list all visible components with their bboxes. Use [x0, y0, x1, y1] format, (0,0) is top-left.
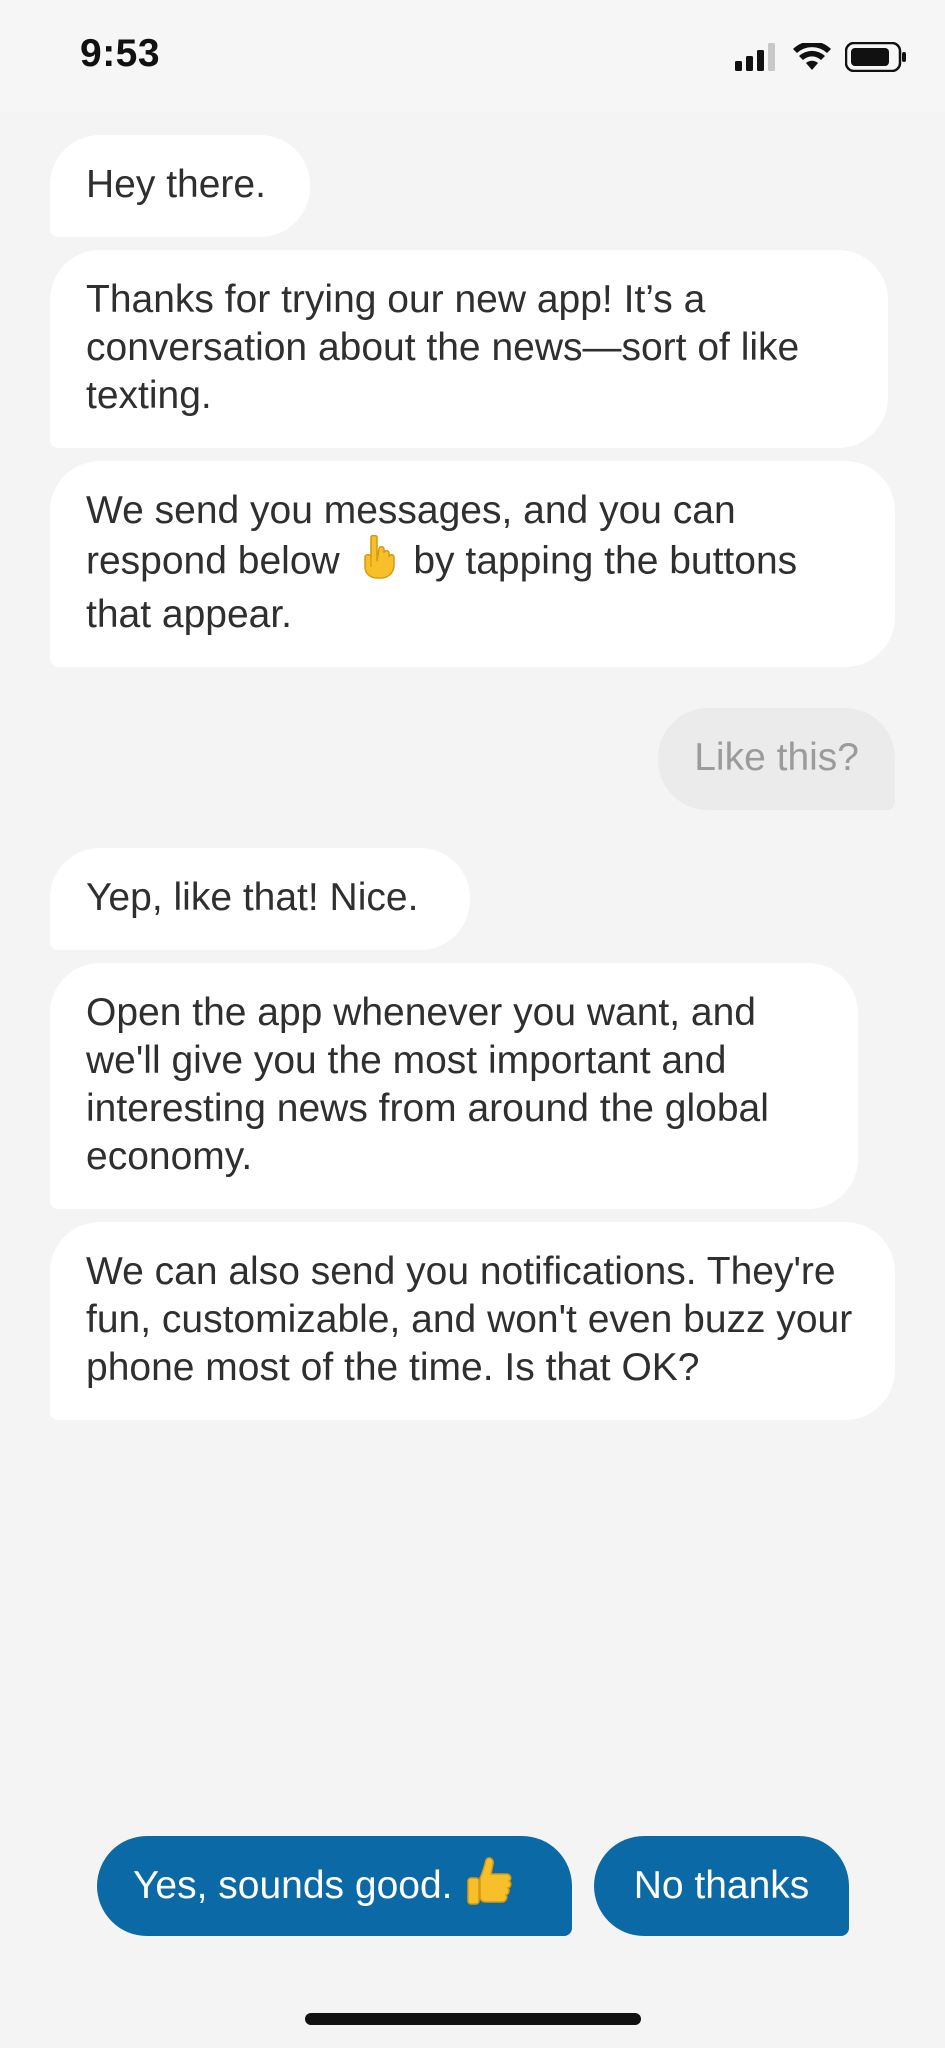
- reply-actions: Yes, sounds good. No thanks: [97, 1836, 849, 1936]
- no-label: No thanks: [633, 1864, 810, 1907]
- message-text: Thanks for trying our new app! It’s a co…: [86, 278, 800, 417]
- wifi-icon: [793, 41, 831, 76]
- home-indicator[interactable]: [305, 2013, 641, 2025]
- message-text: Hey there.: [86, 163, 266, 206]
- bot-message: Open the app whenever you want, and we'l…: [50, 963, 858, 1209]
- cellular-signal-icon: [735, 43, 779, 76]
- status-bar: 9:53: [0, 0, 945, 112]
- message-text: Yep, like that! Nice.: [86, 876, 419, 919]
- user-message: Like this?: [658, 708, 895, 810]
- message-text: Like this?: [694, 736, 859, 779]
- bot-message: We send you messages, and you can respon…: [50, 461, 895, 667]
- message-text: Open the app whenever you want, and we'l…: [86, 991, 769, 1178]
- no-thanks-button[interactable]: No thanks: [594, 1836, 849, 1936]
- bot-message: We can also send you notifications. They…: [50, 1222, 895, 1420]
- chat-thread: Hey there. Thanks for trying our new app…: [50, 135, 900, 1433]
- status-icons: [735, 41, 907, 77]
- message-text: We can also send you notifications. They…: [86, 1250, 853, 1389]
- battery-icon: [844, 41, 907, 77]
- user-message-row: Like this?: [50, 708, 900, 810]
- yes-sounds-good-button[interactable]: Yes, sounds good.: [97, 1836, 572, 1936]
- status-time: 9:53: [80, 32, 161, 75]
- pointing-down-hand-icon: [357, 534, 397, 591]
- bot-message: Yep, like that! Nice.: [50, 848, 470, 950]
- thumbs-up-icon: [466, 1856, 514, 1916]
- yes-label: Yes, sounds good.: [133, 1864, 453, 1907]
- bot-message: Thanks for trying our new app! It’s a co…: [50, 250, 888, 448]
- bot-message: Hey there.: [50, 135, 310, 237]
